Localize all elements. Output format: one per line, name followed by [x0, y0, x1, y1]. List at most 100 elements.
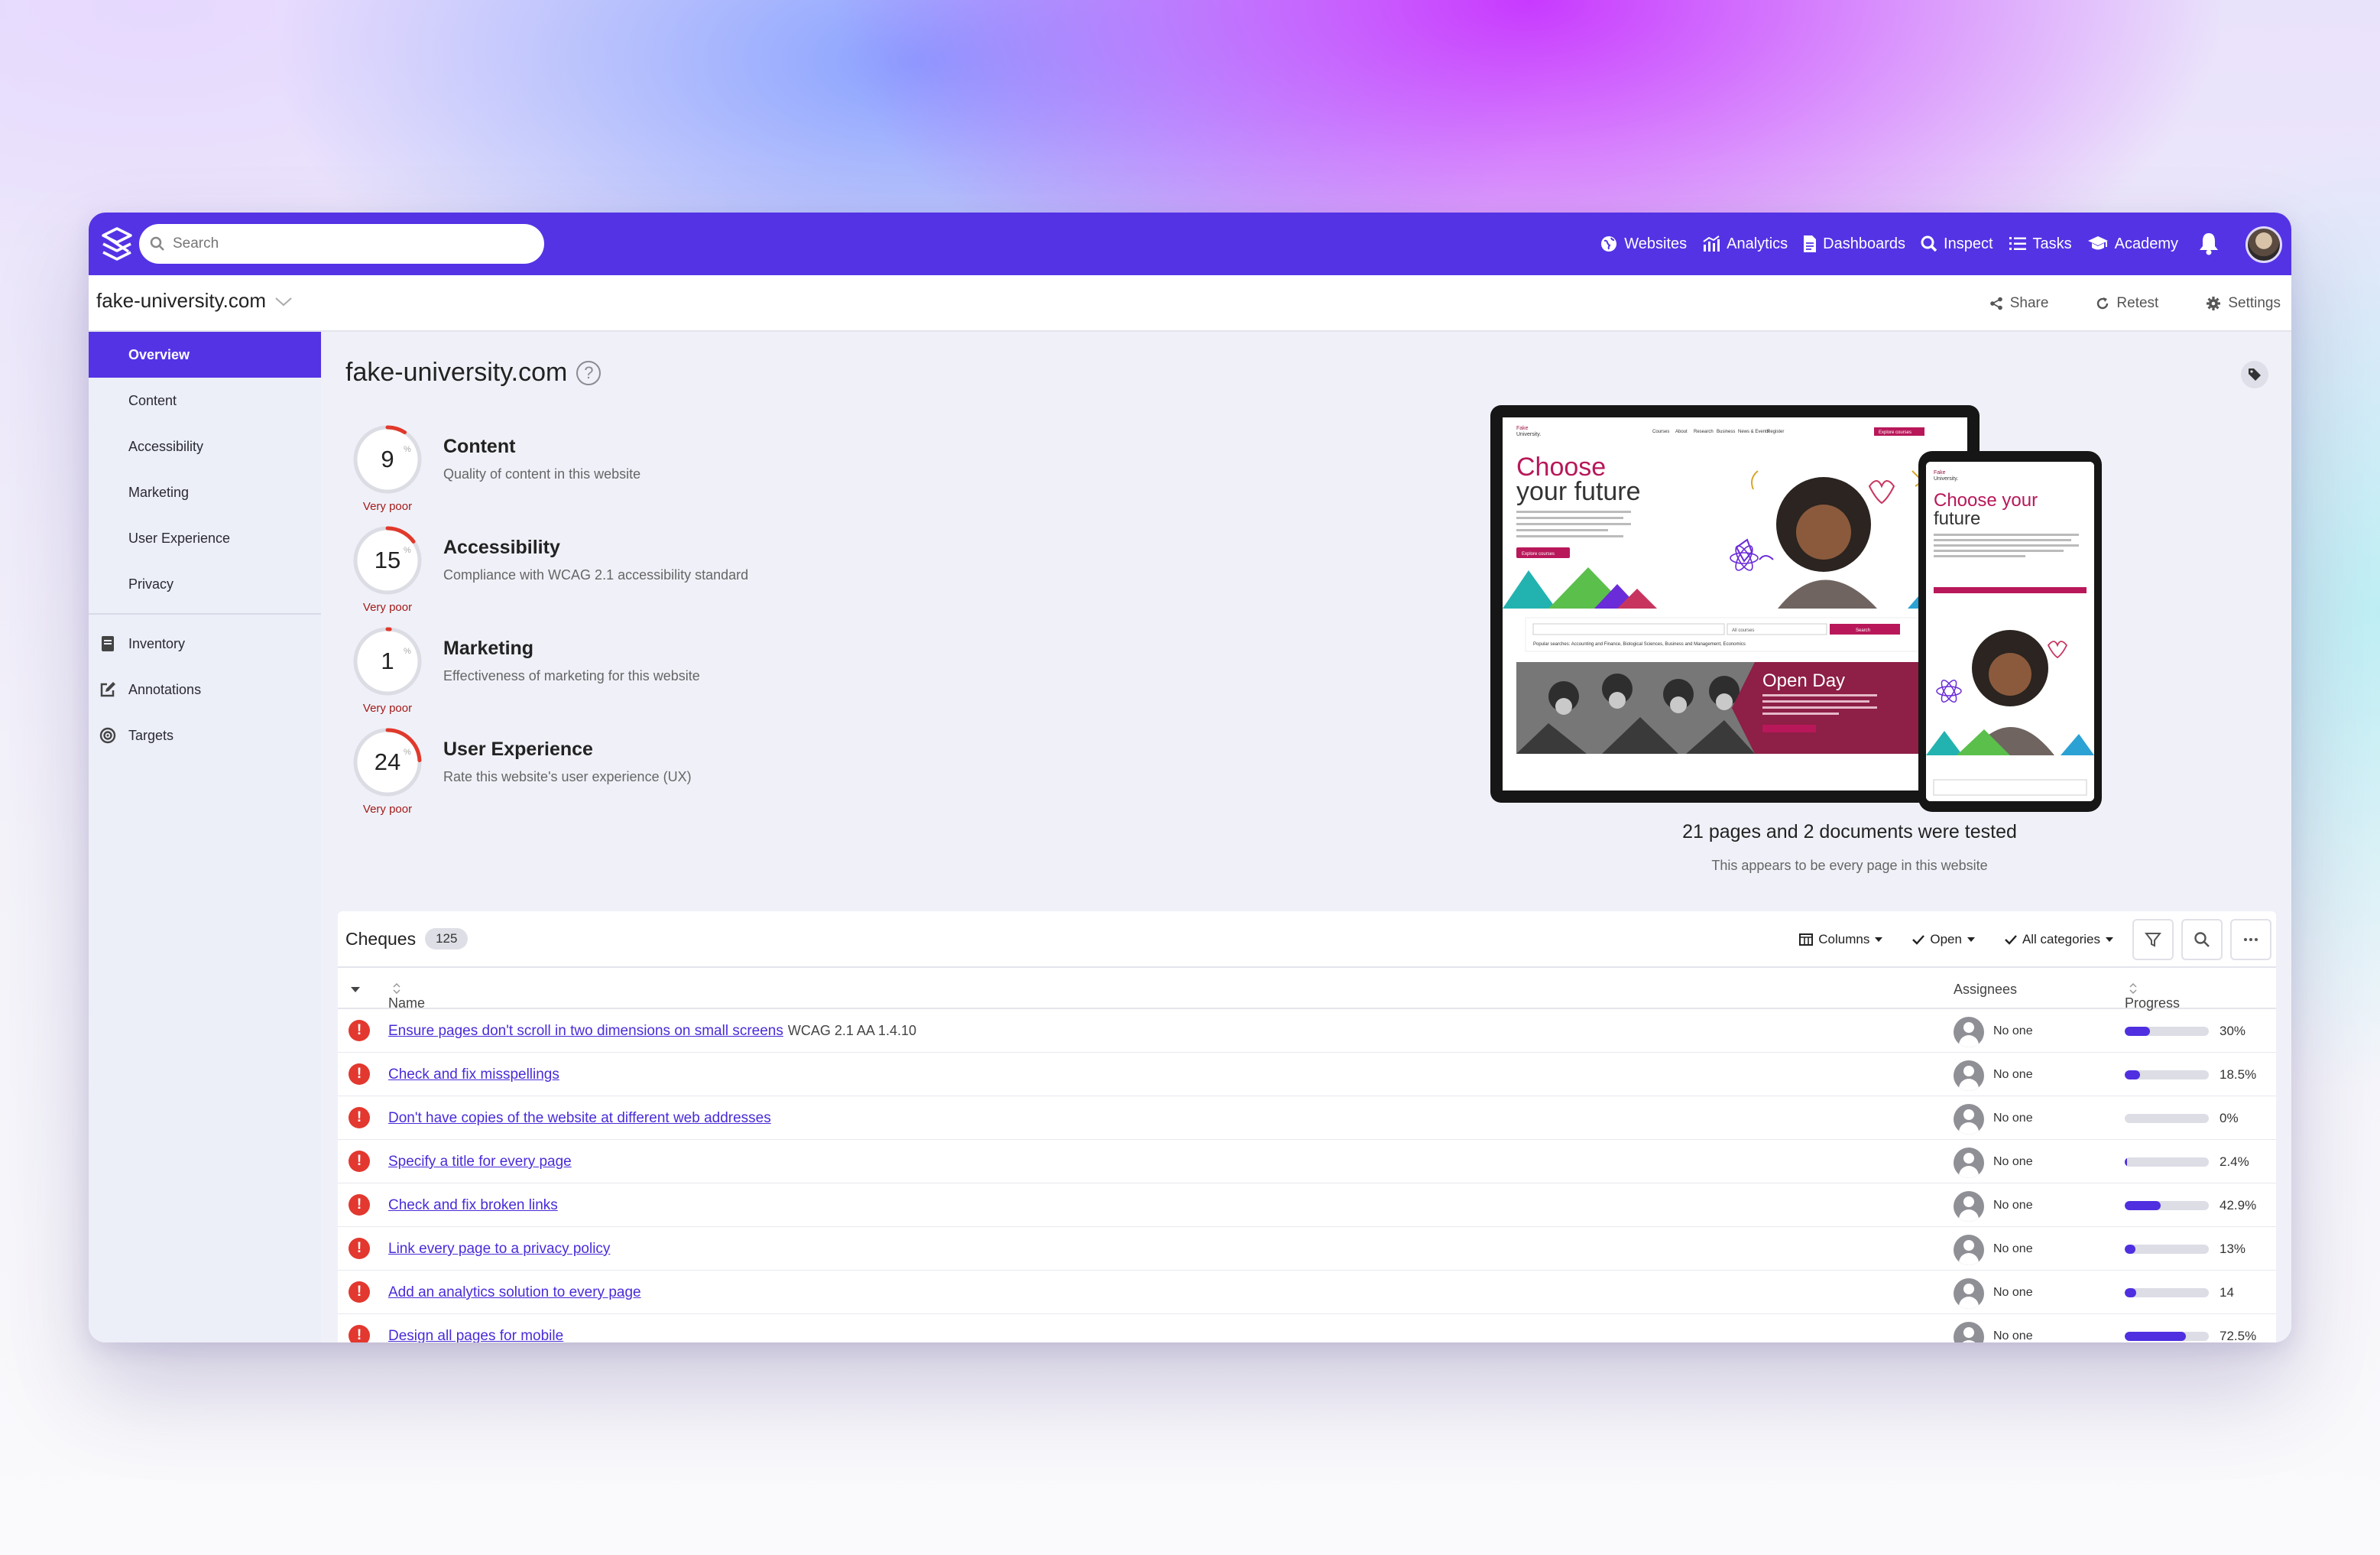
- cheques-toolbar: Columns Open All categories: [1770, 919, 2271, 960]
- table-row[interactable]: ! Check and fix misspellings No one 18.5…: [338, 1053, 2276, 1096]
- share-label: Share: [2009, 295, 2049, 311]
- filter-button[interactable]: [2132, 919, 2174, 960]
- chevron-down-icon[interactable]: [350, 986, 361, 994]
- share-icon: [1989, 297, 2002, 310]
- nav-dashboards[interactable]: Dashboards: [1803, 235, 1905, 253]
- search-table-button[interactable]: [2181, 919, 2223, 960]
- gear-icon: [2207, 297, 2221, 310]
- progress-fill: [2125, 1070, 2141, 1079]
- nav-academy[interactable]: Academy: [2087, 235, 2178, 253]
- assignee-avatar[interactable]: [1954, 1235, 1984, 1265]
- progress-fill: [2125, 1288, 2137, 1297]
- user-avatar[interactable]: [2245, 226, 2282, 263]
- sidebar-item-user-experience[interactable]: User Experience: [89, 515, 321, 561]
- sidebar-item-marketing[interactable]: Marketing: [89, 469, 321, 515]
- progress-value: 42.9%: [2219, 1198, 2257, 1213]
- question-icon[interactable]: ?: [576, 360, 601, 385]
- sidebar-item-inventory[interactable]: Inventory: [89, 621, 321, 667]
- logo-icon[interactable]: [98, 225, 136, 263]
- score-marketing[interactable]: 1 % Very poor Marketing Effectiveness of…: [352, 625, 810, 717]
- phone-mockup: Fake University. Choose your future: [1918, 451, 2102, 812]
- table-row[interactable]: ! Don't have copies of the website at di…: [338, 1096, 2276, 1140]
- cheque-link[interactable]: Design all pages for mobile: [388, 1328, 563, 1342]
- tablet-nav-item: Business: [1717, 430, 1735, 434]
- cheque-link[interactable]: Check and fix broken links: [388, 1197, 558, 1214]
- sidebar-item-annotations[interactable]: Annotations: [89, 667, 321, 713]
- nav-tasks[interactable]: Tasks: [2009, 235, 2072, 253]
- more-button[interactable]: [2230, 919, 2271, 960]
- progress-bar: [2125, 1157, 2209, 1167]
- search-icon: [2194, 932, 2210, 947]
- bell-icon[interactable]: [2198, 231, 2219, 255]
- error-icon: !: [349, 1325, 370, 1342]
- search-input[interactable]: [173, 235, 509, 252]
- cheque-link[interactable]: Don't have copies of the website at diff…: [388, 1110, 771, 1127]
- nav-inspect-label: Inspect: [1944, 235, 1993, 252]
- sidebar-item-overview[interactable]: Overview: [89, 332, 321, 378]
- tag-button[interactable]: [2241, 361, 2268, 388]
- tablet-logo-line1: Fake: [1516, 426, 1529, 431]
- status-dropdown[interactable]: Open: [1912, 932, 1976, 947]
- tablet-nav-item: Research: [1694, 430, 1714, 434]
- sidebar-item-content[interactable]: Content: [89, 378, 321, 424]
- nav-inspect[interactable]: Inspect: [1921, 235, 1993, 253]
- share-button[interactable]: Share: [1989, 295, 2049, 312]
- check-icon: [2005, 935, 2017, 945]
- assignee-avatar[interactable]: [1954, 1017, 1984, 1047]
- column-name[interactable]: Name: [388, 982, 425, 1011]
- score-unit: %: [404, 647, 411, 656]
- error-icon: !: [349, 1020, 370, 1041]
- table-row[interactable]: ! Check and fix broken links No one 42.9…: [338, 1183, 2276, 1227]
- columns-dropdown[interactable]: Columns: [1799, 932, 1883, 947]
- table-row[interactable]: ! Ensure pages don't scroll in two dimen…: [338, 1009, 2276, 1053]
- score-grade: Very poor: [362, 601, 413, 614]
- site-selector[interactable]: fake-university.com: [96, 289, 293, 313]
- nav-websites[interactable]: Websites: [1600, 235, 1687, 253]
- assignee-avatar[interactable]: [1954, 1278, 1984, 1309]
- score-value: 24: [374, 748, 401, 775]
- cheque-link[interactable]: Specify a title for every page: [388, 1154, 572, 1170]
- cheques-panel: Cheques 125 Columns Open All categories …: [338, 911, 2276, 1342]
- cheque-link[interactable]: Add an analytics solution to every page: [388, 1284, 641, 1301]
- assignee-name: No one: [1993, 1155, 2033, 1168]
- progress-fill: [2125, 1201, 2161, 1210]
- sidebar-item-label: Privacy: [128, 576, 174, 592]
- cheque-link[interactable]: Link every page to a privacy policy: [388, 1241, 610, 1258]
- categories-dropdown[interactable]: All categories: [2005, 932, 2114, 947]
- progress-bar: [2125, 1288, 2209, 1297]
- table-row[interactable]: ! Link every page to a privacy policy No…: [338, 1227, 2276, 1271]
- cheques-title-text: Cheques: [345, 928, 417, 949]
- assignee-name: No one: [1993, 1068, 2033, 1081]
- score-name: Accessibility: [443, 537, 560, 558]
- site-selector-label: fake-university.com: [96, 289, 267, 312]
- table-row[interactable]: ! Add an analytics solution to every pag…: [338, 1271, 2276, 1314]
- score-content[interactable]: 9 % Very poor Content Quality of content…: [352, 424, 810, 515]
- cheque-link[interactable]: Check and fix misspellings: [388, 1066, 559, 1083]
- score-description: Rate this website's user experience (UX): [443, 769, 692, 784]
- assignee-avatar[interactable]: [1954, 1148, 1984, 1178]
- sidebar-item-targets[interactable]: Targets: [89, 713, 321, 758]
- sidebar-item-label: Content: [128, 392, 177, 408]
- assignee-avatar[interactable]: [1954, 1104, 1984, 1135]
- assignee-avatar[interactable]: [1954, 1191, 1984, 1222]
- nav-analytics[interactable]: Analytics: [1702, 235, 1788, 253]
- column-progress[interactable]: Progress: [2125, 982, 2180, 1011]
- assignee-avatar[interactable]: [1954, 1060, 1984, 1091]
- more-icon: [2244, 938, 2258, 941]
- sidebar-item-accessibility[interactable]: Accessibility: [89, 424, 321, 469]
- score-user-experience[interactable]: 24 % Very poor User Experience Rate this…: [352, 726, 810, 818]
- cheque-link[interactable]: Ensure pages don't scroll in two dimensi…: [388, 1023, 916, 1040]
- search-box[interactable]: [139, 224, 544, 264]
- assignee-avatar[interactable]: [1954, 1322, 1984, 1342]
- tablet-screen: Fake University. Courses About Research …: [1503, 417, 1967, 790]
- table-row[interactable]: ! Design all pages for mobile No one 72.…: [338, 1314, 2276, 1342]
- score-accessibility[interactable]: 15 % Very poor Accessibility Compliance …: [352, 524, 810, 616]
- sidebar-item-privacy[interactable]: Privacy: [89, 561, 321, 607]
- inspect-icon: [1921, 235, 1937, 252]
- tablet-logo-line2: University.: [1516, 432, 1541, 437]
- error-icon: !: [349, 1281, 370, 1303]
- retest-button[interactable]: Retest: [2096, 295, 2158, 312]
- settings-button[interactable]: Settings: [2206, 295, 2281, 312]
- table-row[interactable]: ! Specify a title for every page No one …: [338, 1140, 2276, 1183]
- site-bar: fake-university.com Share Retest Setting…: [89, 275, 2291, 332]
